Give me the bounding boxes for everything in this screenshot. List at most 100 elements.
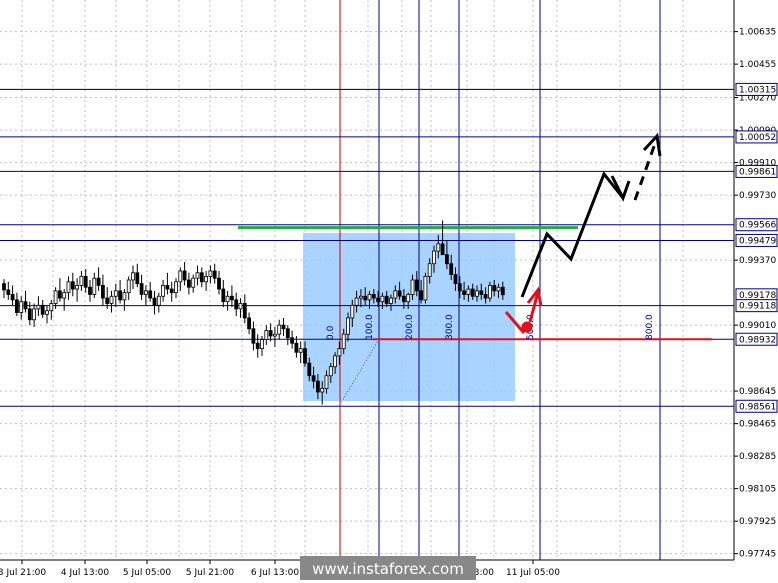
price-tick-label: 0.97925 [739, 517, 776, 527]
candle-body [212, 270, 217, 279]
candle-body [174, 281, 178, 294]
candle-body [350, 304, 355, 319]
candle-body [303, 348, 307, 364]
candle-body [135, 272, 140, 285]
candle-body [217, 277, 221, 290]
candle-body [101, 285, 105, 299]
fibo-label: 200.0 [405, 314, 415, 340]
candle-body [268, 330, 273, 337]
candle-body [496, 286, 501, 292]
candle-body [70, 281, 75, 290]
candle-body [466, 288, 471, 295]
candle-body [2, 283, 6, 291]
candle-body [337, 348, 342, 357]
candle-body [58, 290, 62, 299]
red-marker-dot [521, 321, 533, 333]
price-tick-label: 0.98645 [739, 387, 776, 397]
candle-body [333, 355, 338, 368]
price-tag-label: 0.99566 [739, 221, 776, 231]
price-tick-label: 0.97745 [739, 550, 776, 560]
candle-body [419, 290, 424, 301]
fibo-label: 100.0 [365, 314, 375, 340]
candle-body [444, 254, 449, 265]
candle-body [294, 342, 299, 353]
time-axis: 3 Jul 21:00 4 Jul 13:00 5 Jul 05:00 5 Jul 2… [0, 560, 560, 578]
candle-body [195, 272, 200, 279]
candle-body [109, 295, 114, 304]
candle-body [298, 348, 303, 353]
candle-body [32, 308, 36, 321]
price-tag-label: 1.00315 [739, 85, 776, 95]
candle-body [406, 294, 411, 303]
candle-body [492, 285, 497, 292]
candle-body [186, 279, 191, 288]
candle-body [139, 283, 144, 295]
price-tag-label: 0.99861 [739, 167, 776, 177]
price-tag-label: 0.99479 [739, 236, 776, 246]
candle-body [393, 290, 398, 299]
candle-body [432, 250, 436, 265]
candle-body [19, 301, 24, 313]
candle-body [178, 270, 183, 283]
fibo-label: 800.0 [645, 314, 655, 340]
candle-body [191, 277, 196, 288]
candle-body [36, 304, 41, 310]
candle-body [449, 263, 454, 275]
watermark-text: www.instaforex.com [312, 560, 464, 578]
fibo-label: 300.0 [445, 314, 455, 340]
candle-body [156, 295, 161, 306]
price-tick-label: 0.98285 [739, 452, 776, 462]
candle-body [118, 290, 122, 301]
candle-body [79, 275, 84, 286]
time-tick-label: 5 Jul 21:00 [186, 568, 235, 578]
watermark: www.instaforex.com [300, 556, 476, 580]
candle-body [96, 277, 101, 286]
candle-body [358, 295, 363, 299]
forecast-path [520, 171, 625, 298]
candle-body [88, 286, 92, 295]
candle-body [290, 337, 295, 344]
candle-body [45, 310, 49, 315]
candle-body [307, 362, 312, 377]
time-tick-label: 11 Jul 05:00 [506, 568, 560, 578]
candle-body [376, 297, 381, 303]
candle-body [182, 270, 187, 281]
candle-body [483, 294, 488, 299]
candle-body [371, 294, 376, 299]
candle-body [457, 283, 462, 292]
candle-body [148, 290, 153, 299]
candle-body [62, 292, 67, 299]
price-tag-label: 1.00052 [739, 133, 776, 143]
candle-body [92, 277, 97, 295]
time-tick-label: 3 Jul 21:00 [0, 568, 46, 578]
candle-body [83, 275, 88, 288]
candle-body [410, 279, 415, 295]
candle-body [320, 387, 325, 393]
candle-body [251, 328, 256, 344]
candle-body [285, 328, 290, 339]
candle-body [479, 290, 484, 295]
candle-body [487, 285, 492, 299]
candle-body [453, 274, 458, 285]
candle-body [122, 292, 127, 301]
candle-body [161, 285, 166, 297]
candle-body [462, 290, 467, 295]
candle-body [131, 272, 135, 281]
candle-body [40, 304, 45, 315]
candle-body [10, 294, 15, 301]
price-tick-label: 1.00455 [739, 60, 776, 70]
candle-body [169, 288, 174, 294]
candle-body [204, 275, 209, 283]
candle-body [27, 308, 32, 321]
candle-body [255, 342, 260, 350]
price-tick-label: 0.99370 [739, 256, 776, 266]
candle-body [389, 297, 393, 304]
price-chart: 0.0100.0200.0300.0500.0800.0 1.006351.00… [0, 0, 778, 580]
candle-body [242, 303, 247, 319]
candle-body [367, 294, 372, 301]
candle-body [500, 286, 505, 296]
candle-body [247, 317, 252, 330]
price-tag-label: 0.98932 [739, 335, 776, 345]
candle-body [401, 295, 406, 303]
price-tick-label: 0.98105 [739, 485, 776, 495]
